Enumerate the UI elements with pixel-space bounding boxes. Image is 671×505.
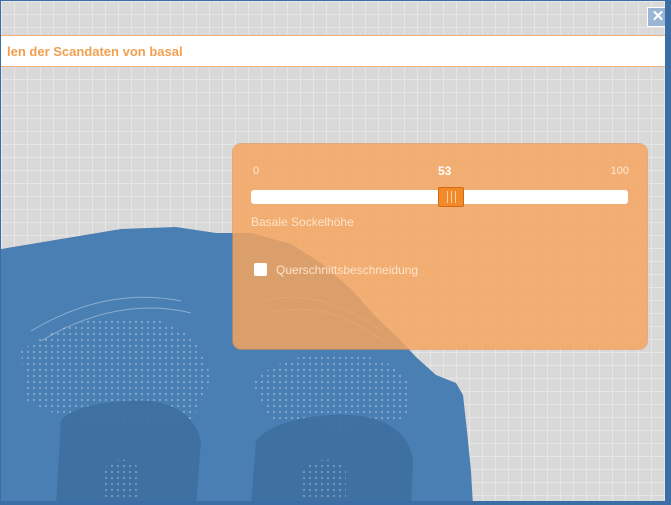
thumb-grip [455, 191, 456, 203]
slider-label: Basale Sockelhöhe [251, 215, 354, 229]
cross-section-label: Querschnittsbeschneidung [276, 263, 419, 277]
window-title: len der Scandaten von basal [7, 44, 183, 59]
slider-max-label: 100 [610, 165, 629, 177]
base-height-slider[interactable] [251, 187, 628, 207]
thumb-grip [451, 191, 452, 203]
title-bar: len der Scandaten von basal [1, 35, 665, 67]
slider-thumb[interactable] [438, 187, 464, 207]
settings-panel: 0 53 100 Basale Sockelhöhe Querschnittsb… [233, 144, 647, 349]
close-icon: ✕ [651, 8, 665, 25]
viewport[interactable]: len der Scandaten von basal ✕ 0 53 100 B… [0, 0, 671, 505]
cross-section-checkbox[interactable] [254, 263, 267, 276]
slider-value-label: 53 [438, 164, 452, 178]
slider-min-label: 0 [253, 165, 260, 177]
thumb-grip [447, 191, 448, 203]
close-button[interactable]: ✕ [647, 7, 665, 27]
